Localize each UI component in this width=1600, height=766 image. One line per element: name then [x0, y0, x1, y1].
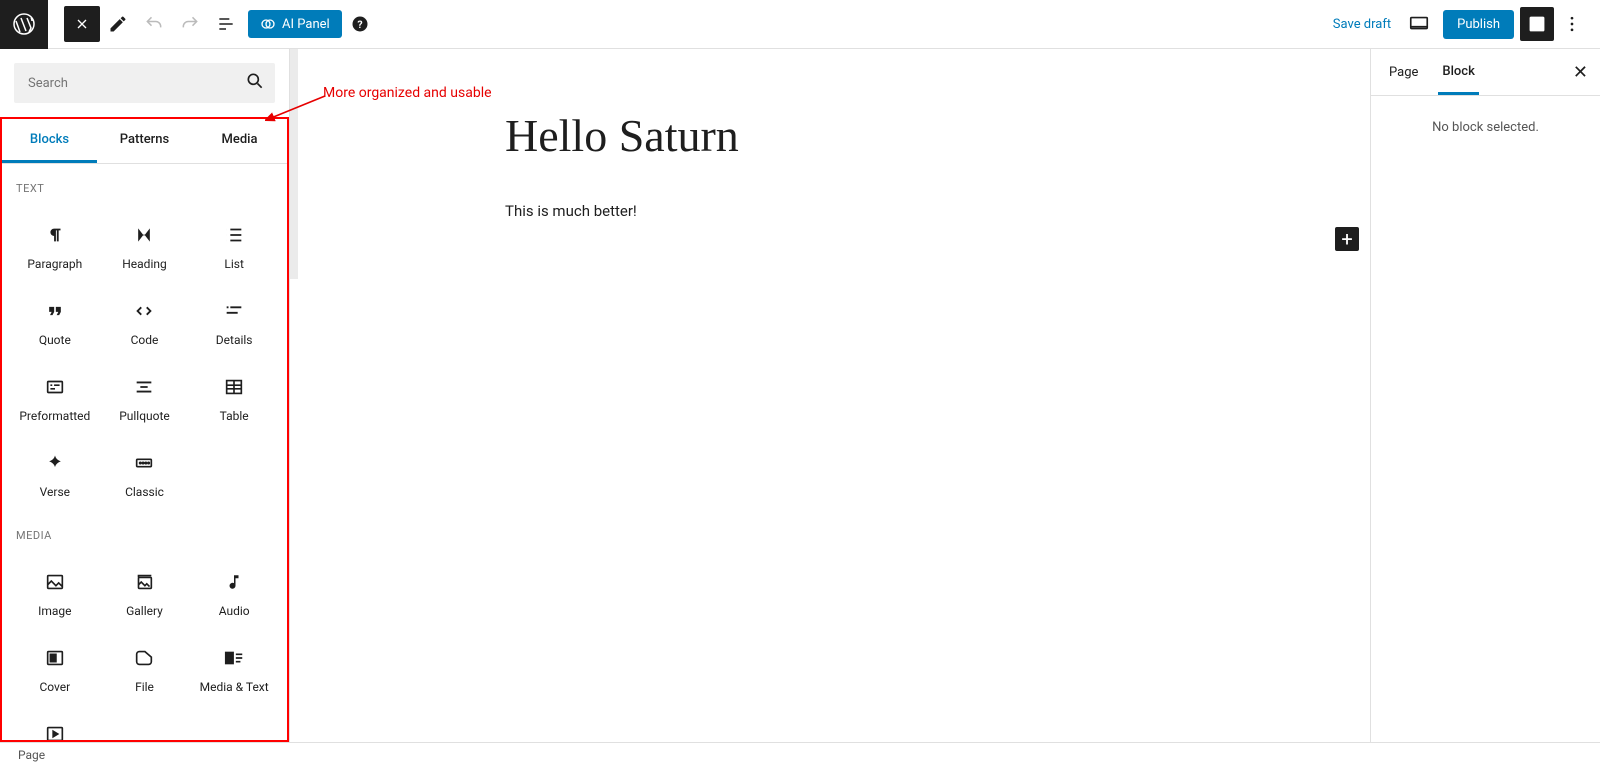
tab-media[interactable]: Media [192, 119, 287, 163]
media-text-icon [222, 646, 246, 670]
block-inserter-panel: Blocks Patterns Media TEXT Paragraph Hea… [0, 49, 290, 742]
document-overview-icon[interactable] [208, 6, 244, 42]
preview-icon[interactable] [1401, 6, 1437, 42]
settings-sidebar-toggle[interactable] [1520, 7, 1554, 41]
options-menu-icon[interactable] [1554, 6, 1590, 42]
search-icon [245, 71, 265, 95]
block-audio[interactable]: Audio [189, 554, 279, 630]
block-gallery[interactable]: Gallery [100, 554, 190, 630]
image-icon [43, 570, 67, 594]
block-quote[interactable]: Quote [10, 283, 100, 359]
post-paragraph[interactable]: This is much better! [505, 202, 1155, 220]
block-code[interactable]: Code [100, 283, 190, 359]
block-file[interactable]: File [100, 630, 190, 706]
breadcrumb: Page [0, 742, 1600, 766]
wordpress-logo[interactable] [0, 0, 48, 49]
audio-icon [222, 570, 246, 594]
editor-topbar: AI Panel ? Save draft Publish [0, 0, 1600, 49]
block-paragraph[interactable]: Paragraph [10, 207, 100, 283]
section-label-media: MEDIA [10, 511, 279, 554]
undo-icon[interactable] [136, 6, 172, 42]
redo-icon[interactable] [172, 6, 208, 42]
publish-button[interactable]: Publish [1443, 10, 1514, 39]
list-icon [222, 223, 246, 247]
block-video[interactable]: Video [10, 706, 100, 740]
gallery-icon [132, 570, 156, 594]
search-wrap [0, 49, 289, 117]
block-cover[interactable]: Cover [10, 630, 100, 706]
pullquote-icon [132, 375, 156, 399]
classic-icon [132, 451, 156, 475]
block-media-text[interactable]: Media & Text [189, 630, 279, 706]
quote-icon [43, 299, 67, 323]
preformatted-icon [43, 375, 67, 399]
svg-text:?: ? [357, 18, 362, 31]
heading-icon [132, 223, 156, 247]
edit-tool-icon[interactable] [100, 6, 136, 42]
paragraph-icon [43, 223, 67, 247]
section-label-text: TEXT [10, 164, 279, 207]
inserter-tabs: Blocks Patterns Media [2, 119, 287, 164]
post-title[interactable]: Hello Saturn [505, 109, 1155, 162]
add-block-button[interactable]: + [1335, 227, 1359, 251]
tab-patterns[interactable]: Patterns [97, 119, 192, 163]
table-icon [222, 375, 246, 399]
block-heading[interactable]: Heading [100, 207, 190, 283]
code-icon [132, 299, 156, 323]
save-draft-button[interactable]: Save draft [1323, 17, 1401, 32]
close-sidebar-icon[interactable]: ✕ [1567, 56, 1594, 89]
editor-canvas[interactable]: Hello Saturn This is much better! + [290, 49, 1370, 742]
verse-icon [43, 451, 67, 475]
sidebar-tab-block[interactable]: Block [1438, 50, 1478, 95]
settings-sidebar: Page Block ✕ No block selected. [1370, 49, 1600, 742]
sidebar-tab-page[interactable]: Page [1385, 51, 1422, 93]
file-icon [132, 646, 156, 670]
block-preformatted[interactable]: Preformatted [10, 359, 100, 435]
ai-panel-button[interactable]: AI Panel [248, 10, 342, 38]
cover-icon [43, 646, 67, 670]
details-icon [222, 299, 246, 323]
help-icon[interactable]: ? [342, 6, 378, 42]
tab-blocks[interactable]: Blocks [2, 119, 97, 163]
search-input[interactable] [14, 63, 275, 103]
close-inserter-button[interactable] [64, 6, 100, 42]
block-list[interactable]: List [189, 207, 279, 283]
block-pullquote[interactable]: Pullquote [100, 359, 190, 435]
block-classic[interactable]: Classic [100, 435, 190, 511]
annotation-text: More organized and usable [323, 85, 492, 101]
no-block-selected-message: No block selected. [1371, 96, 1600, 159]
ai-panel-label: AI Panel [282, 17, 330, 32]
block-table[interactable]: Table [189, 359, 279, 435]
block-image[interactable]: Image [10, 554, 100, 630]
video-icon [43, 722, 67, 740]
block-details[interactable]: Details [189, 283, 279, 359]
block-verse[interactable]: Verse [10, 435, 100, 511]
